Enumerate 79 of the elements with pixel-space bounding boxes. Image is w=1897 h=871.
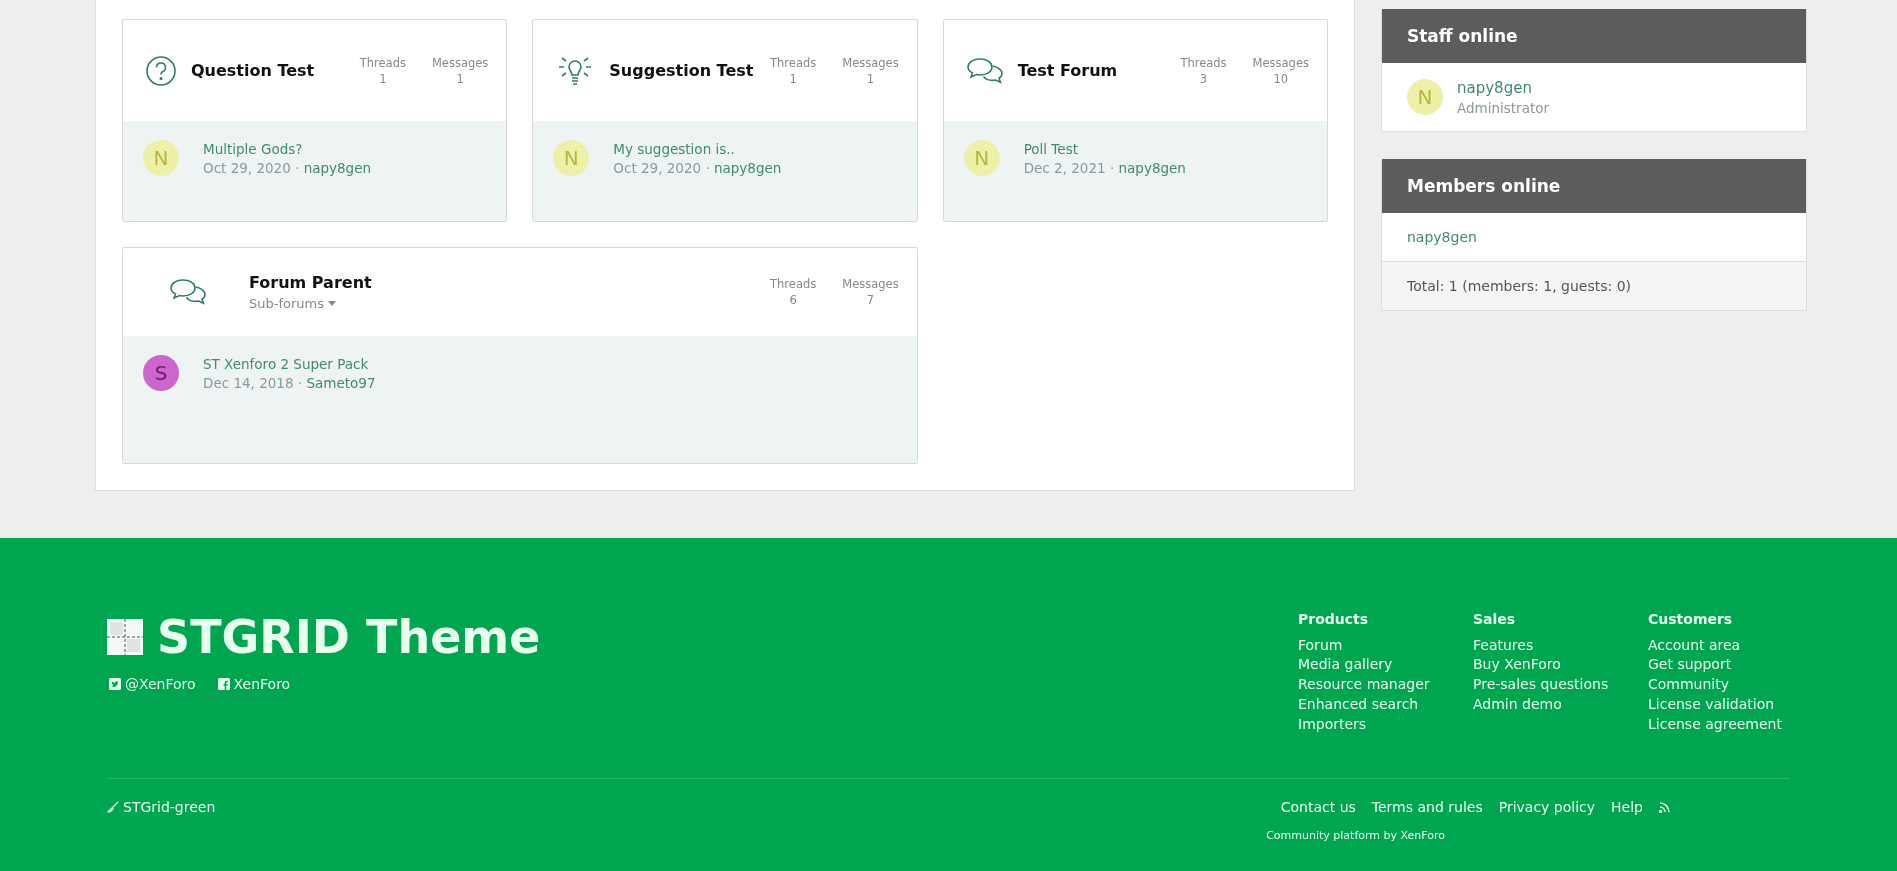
user-avatar[interactable]: N [143, 140, 179, 176]
thread-link[interactable]: Multiple Gods? [203, 141, 372, 157]
stat-label: Threads [1180, 55, 1227, 70]
stat-value: 1 [456, 71, 464, 86]
stat-label: Threads [770, 277, 817, 291]
post-meta: Dec 2, 2021 · napy8gen [1023, 160, 1186, 176]
user-link[interactable]: napy8gen [1407, 229, 1477, 245]
footer-link[interactable]: Help [1611, 799, 1643, 815]
user-link[interactable]: napy8gen [1118, 160, 1186, 176]
bird-icon [109, 678, 121, 690]
footer-link[interactable]: Features [1473, 635, 1648, 656]
user-link[interactable]: napy8gen [1457, 79, 1550, 97]
copyright-text: Community platform by XenForo [1266, 829, 1445, 842]
post-meta: Oct 29, 2020 · napy8gen [613, 160, 782, 176]
user-role: Administrator [1457, 100, 1550, 116]
rss-icon[interactable] [1659, 801, 1670, 813]
footer-link[interactable]: Media gallery [1298, 655, 1473, 676]
forum-title[interactable]: Test Forum [1017, 61, 1167, 80]
stat-value: 1 [379, 71, 387, 86]
footer-link[interactable]: License validation [1648, 694, 1823, 715]
thread-link[interactable]: My suggestion is.. [613, 141, 782, 157]
user-avatar[interactable]: S [143, 355, 179, 391]
user-avatar[interactable]: N [1407, 79, 1443, 115]
site-logo[interactable]: STGRID Theme [157, 610, 541, 664]
online-total: Total: 1 (members: 1, guests: 0) [1407, 278, 1632, 294]
stat-value: 10 [1273, 71, 1289, 86]
footer-link[interactable]: Admin demo [1473, 694, 1648, 715]
footer-link[interactable]: Account area [1648, 635, 1823, 656]
stat-value: 1 [789, 71, 797, 86]
forum-title[interactable]: Question Test [191, 61, 346, 80]
footer-link[interactable]: Get support [1648, 655, 1823, 676]
stat-label: Messages [431, 55, 489, 70]
brush-icon [107, 801, 119, 813]
post-meta: Oct 29, 2020 · napy8gen [203, 160, 372, 176]
user-avatar[interactable]: N [553, 140, 590, 176]
footer-link[interactable]: Community [1648, 675, 1823, 695]
stat-label: Messages [842, 55, 899, 70]
user-avatar[interactable]: N [963, 140, 1000, 176]
social-link[interactable]: @XenForo [109, 676, 196, 692]
stat-value: 7 [866, 293, 875, 307]
footer-link[interactable]: Pre-sales questions [1473, 675, 1648, 695]
facebook-icon [217, 678, 230, 690]
chat-bubbles-icon [965, 55, 1004, 86]
thread-link[interactable]: Poll Test [1023, 141, 1186, 157]
subforums-dropdown[interactable]: Sub-forums [249, 296, 336, 311]
style-chooser[interactable]: STGrid-green [107, 799, 216, 815]
grid-logo-icon [107, 619, 143, 655]
footer-link[interactable]: Contact us [1280, 799, 1356, 815]
block-title: Staff online [1382, 9, 1806, 63]
question-icon [145, 54, 177, 87]
footer-link[interactable]: Forum [1298, 635, 1473, 656]
stat-label: Threads [770, 55, 817, 70]
stat-label: Messages [1252, 55, 1309, 70]
footer-link[interactable]: Privacy policy [1498, 799, 1596, 815]
footer-heading: Customers [1648, 610, 1734, 629]
stat-value: 3 [1199, 71, 1208, 86]
social-link[interactable]: XenForo [217, 676, 291, 692]
user-link[interactable]: napy8gen [303, 160, 372, 176]
footer-link[interactable]: License agreement [1648, 714, 1823, 735]
footer-heading: Products [1298, 610, 1370, 629]
forum-title[interactable]: Suggestion Test [609, 61, 757, 80]
stat-label: Threads [359, 55, 406, 70]
footer-link[interactable]: Resource manager [1298, 675, 1473, 695]
post-meta: Dec 14, 2018 · Sameto97 [203, 375, 376, 391]
caret-icon [328, 301, 336, 306]
footer-link[interactable]: Importers [1298, 714, 1473, 735]
thread-link[interactable]: ST Xenforo 2 Super Pack [203, 356, 376, 372]
block-title: Members online [1382, 159, 1806, 213]
forum-title[interactable]: Forum Parent [249, 273, 729, 292]
user-link[interactable]: Sameto97 [306, 375, 376, 391]
stat-value: 1 [866, 71, 875, 86]
footer-link[interactable]: Terms and rules [1371, 799, 1483, 815]
stat-value: 6 [789, 293, 797, 307]
footer-link[interactable]: Enhanced search [1298, 694, 1473, 715]
stat-label: Messages [842, 277, 899, 291]
user-link[interactable]: napy8gen [713, 160, 782, 176]
chat-bubbles-icon [169, 277, 207, 307]
footer-heading: Sales [1473, 610, 1517, 629]
footer-link[interactable]: Buy XenForo [1473, 655, 1648, 676]
